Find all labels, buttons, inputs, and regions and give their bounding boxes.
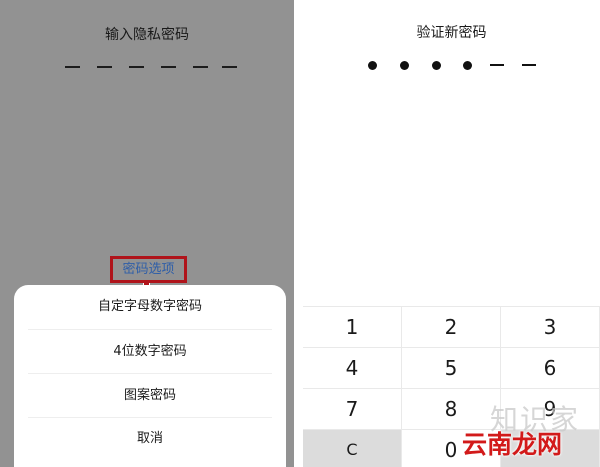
filled-digit-dot [368, 61, 377, 70]
password-dash [65, 66, 80, 68]
key-7[interactable]: 7 [303, 389, 401, 429]
password-dash [129, 66, 144, 68]
filled-digit-dot [463, 61, 472, 70]
privacy-password-title: 输入隐私密码 [105, 27, 189, 43]
key-8[interactable]: 8 [402, 389, 500, 429]
password-progress-indicator [363, 58, 543, 72]
password-dash [222, 66, 237, 68]
key-3[interactable]: 3 [501, 307, 599, 347]
key-1[interactable]: 1 [303, 307, 401, 347]
filled-digit-dot [432, 61, 441, 70]
empty-digit-dash [490, 64, 504, 66]
password-options-button[interactable]: 密码选项 [110, 256, 187, 283]
empty-digit-dash [522, 64, 536, 66]
password-placeholder-dashes [60, 60, 240, 74]
option-alphanumeric-password[interactable]: 自定字母数字密码 [28, 285, 272, 329]
option-4-digit-password[interactable]: 4位数字密码 [28, 330, 272, 374]
key-6[interactable]: 6 [501, 348, 599, 388]
left-screen: 输入隐私密码 密码选项 自定字母数字密码 4位数字密码 图案密码 取消 [0, 0, 294, 467]
cancel-button[interactable]: 取消 [28, 417, 272, 461]
watermark-logo-text: 云南龙网 [462, 430, 563, 459]
right-screen: 验证新密码 1 2 3 4 5 6 7 8 9 C 0 [303, 0, 600, 467]
password-options-sheet: 自定字母数字密码 4位数字密码 图案密码 取消 [14, 285, 286, 467]
password-dash [161, 66, 176, 68]
key-4[interactable]: 4 [303, 348, 401, 388]
password-dash [97, 66, 112, 68]
filled-digit-dot [400, 61, 409, 70]
key-2[interactable]: 2 [402, 307, 500, 347]
key-5[interactable]: 5 [402, 348, 500, 388]
password-dash [193, 66, 208, 68]
verify-new-password-title: 验证新密码 [416, 25, 487, 41]
option-pattern-password[interactable]: 图案密码 [28, 374, 272, 418]
clear-key[interactable]: C [303, 430, 401, 467]
